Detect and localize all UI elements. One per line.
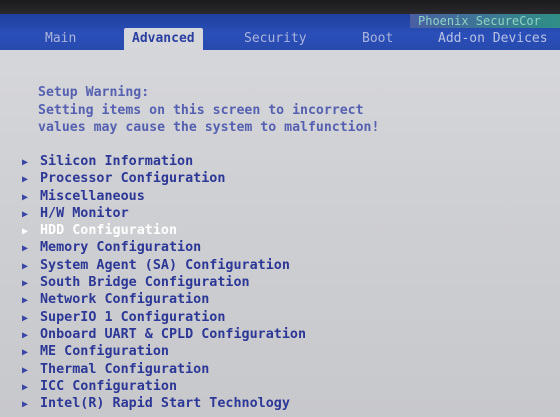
right-triangle-icon: ▶ [22, 174, 29, 186]
right-triangle-icon: ▶ [22, 191, 29, 203]
menu-item-label: Processor Configuration [40, 171, 226, 187]
menu-item-label: Silicon Information [40, 154, 194, 169]
tab-advanced[interactable]: Advanced [124, 28, 203, 50]
right-triangle-icon: ▶ [22, 381, 29, 393]
menu-item-label: SuperIO 1 Configuration [40, 309, 226, 325]
menu-item-label: ICC Configuration [40, 378, 178, 394]
right-triangle-icon: ▶ [22, 260, 29, 272]
menu-item-label: ME Configuration [40, 344, 169, 360]
menu-item-icc-configuration[interactable]: ▶ ICC Configuration [22, 378, 306, 395]
menu-item-label: Memory Configuration [40, 240, 202, 256]
warning-title: Setup Warning: [38, 85, 150, 100]
menu-item-memory-configuration[interactable]: ▶ Memory Configuration [22, 239, 306, 256]
advanced-menu-list: ▶ Silicon Information ▶ Processor Configur… [22, 153, 306, 412]
monitor-bezel [0, 0, 560, 14]
menu-item-processor-configuration[interactable]: ▶ Processor Configuration [22, 170, 306, 187]
menu-item-network-configuration[interactable]: ▶ Network Configuration [22, 291, 306, 308]
right-triangle-icon: ▶ [22, 312, 29, 324]
tab-boot[interactable]: Boot [362, 28, 393, 50]
bios-menu-bar: Phoenix SecureCor Main Advanced Security… [0, 14, 560, 50]
tab-add-on-devices[interactable]: Add-on Devices [438, 28, 548, 50]
menu-item-intel-rapid-start-technology[interactable]: ▶ Intel(R) Rapid Start Technology [22, 395, 306, 412]
warning-line-1: Setting items on this screen to incorrec… [38, 102, 364, 118]
right-triangle-icon: ▶ [22, 243, 29, 255]
bios-screen: Phoenix SecureCor Main Advanced Security… [0, 0, 560, 417]
right-triangle-icon: ▶ [22, 347, 29, 359]
right-triangle-icon: ▶ [22, 157, 29, 168]
menu-item-me-configuration[interactable]: ▶ ME Configuration [22, 343, 306, 360]
right-triangle-icon: ▶ [22, 295, 29, 307]
menu-item-silicon-information[interactable]: ▶ Silicon Information [22, 153, 306, 170]
right-triangle-icon: ▶ [22, 399, 29, 411]
right-triangle-icon: ▶ [22, 278, 29, 290]
menu-item-label: HDD Configuration [40, 223, 178, 239]
menu-item-label: System Agent (SA) Configuration [40, 257, 290, 273]
setup-warning: Setup Warning: Setting items on this scr… [38, 84, 379, 137]
menu-item-label: Network Configuration [40, 292, 210, 308]
warning-line-2: values may cause the system to malfuncti… [38, 120, 380, 135]
menu-item-label: Thermal Configuration [40, 361, 210, 377]
menu-item-hdd-configuration[interactable]: ▶ HDD Configuration [22, 222, 306, 239]
right-triangle-icon: ▶ [22, 226, 29, 238]
right-triangle-icon: ▶ [22, 208, 29, 220]
tab-security[interactable]: Security [244, 28, 307, 50]
menu-item-south-bridge-configuration[interactable]: ▶ South Bridge Configuration [22, 274, 306, 291]
menu-item-miscellaneous[interactable]: ▶ Miscellaneous [22, 188, 306, 205]
menu-item-label: H/W Monitor [40, 205, 129, 221]
menu-item-system-agent-configuration[interactable]: ▶ System Agent (SA) Configuration [22, 257, 306, 274]
menu-item-label: Intel(R) Rapid Start Technology [40, 396, 290, 412]
menu-item-label: South Bridge Configuration [40, 275, 250, 291]
right-triangle-icon: ▶ [22, 329, 29, 341]
menu-item-superio-configuration[interactable]: ▶ SuperIO 1 Configuration [22, 309, 306, 326]
tab-main[interactable]: Main [45, 28, 76, 50]
right-triangle-icon: ▶ [22, 364, 29, 376]
menu-item-label: Onboard UART & CPLD Configuration [40, 326, 307, 342]
menu-item-label: Miscellaneous [40, 188, 145, 204]
menu-item-hw-monitor[interactable]: ▶ H/W Monitor [22, 205, 306, 222]
menu-item-onboard-uart-cpld-configuration[interactable]: ▶ Onboard UART & CPLD Configuration [22, 326, 306, 343]
menu-item-thermal-configuration[interactable]: ▶ Thermal Configuration [22, 361, 306, 378]
brand-label: Phoenix SecureCor [410, 14, 560, 28]
